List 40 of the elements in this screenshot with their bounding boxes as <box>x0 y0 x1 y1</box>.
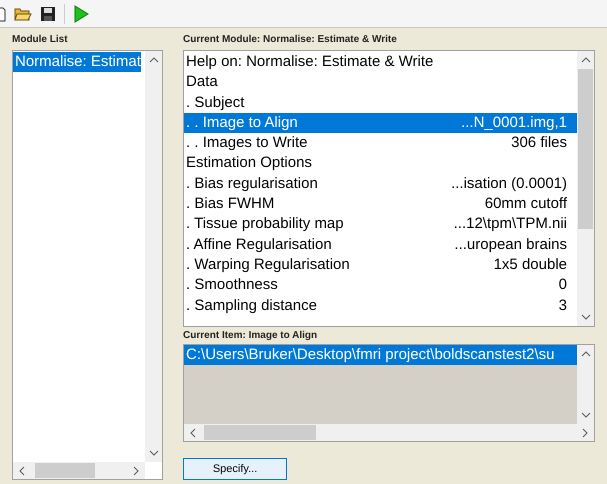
specify-button[interactable]: Specify... <box>183 458 288 480</box>
vertical-scrollbar[interactable] <box>145 51 162 462</box>
option-row[interactable]: . . Image to Align ...N_0001.img,1 <box>184 112 577 134</box>
option-row[interactable]: . . Images to Write 306 files <box>184 133 577 154</box>
option-row[interactable]: Estimation Options <box>184 153 577 174</box>
new-file-icon[interactable] <box>0 6 6 22</box>
option-row[interactable]: . Sampling distance 3 <box>184 296 577 316</box>
vertical-scrollbar[interactable] <box>577 51 594 326</box>
scroll-left-icon[interactable] <box>19 466 25 476</box>
scroll-right-icon[interactable] <box>133 466 140 476</box>
scroll-up-icon[interactable] <box>148 57 159 63</box>
scroll-left-icon[interactable] <box>190 428 196 438</box>
horizontal-scrollbar[interactable] <box>184 424 594 441</box>
vertical-scrollbar[interactable] <box>577 345 594 424</box>
scroll-right-icon[interactable] <box>582 428 588 438</box>
scroll-thumb[interactable] <box>35 463 95 478</box>
option-row[interactable]: Data <box>184 72 577 93</box>
play-icon[interactable] <box>73 4 89 22</box>
horizontal-scrollbar[interactable] <box>13 462 146 479</box>
panel-label: Current Module: Normalise: Estimate & Write <box>183 33 398 47</box>
option-row[interactable]: Help on: Normalise: Estimate & Write <box>184 52 577 72</box>
option-row[interactable]: . Bias regularisation ...isation (0.0001) <box>184 174 577 194</box>
scroll-thumb[interactable] <box>204 425 316 440</box>
option-row[interactable]: . Subject <box>184 92 577 113</box>
option-row[interactable]: . Warping Regularisation 1x5 double <box>184 254 577 276</box>
panel-label: Module List <box>12 33 69 47</box>
option-row[interactable]: . Tissue probability map ...12\tpm\TPM.nii <box>184 214 577 235</box>
scroll-thumb[interactable] <box>578 69 593 229</box>
folder-icon[interactable] <box>14 6 32 22</box>
module-item[interactable]: Normalise: Estimat <box>13 52 141 72</box>
option-row[interactable]: . Smoothness 0 <box>184 275 577 296</box>
scroll-up-icon[interactable] <box>580 57 590 63</box>
scroll-down-icon[interactable] <box>580 412 590 418</box>
option-row[interactable]: . Bias FWHM 60mm cutoff <box>184 194 577 214</box>
panel-label: Current Item: Image to Align <box>183 329 318 343</box>
scroll-down-icon[interactable] <box>148 450 159 456</box>
option-row[interactable]: . Affine Regularisation ...uropean brains <box>184 234 577 255</box>
scroll-up-icon[interactable] <box>580 351 590 357</box>
scroll-down-icon[interactable] <box>580 314 590 320</box>
item-value[interactable]: C:\Users\Bruker\Desktop\fmri project\boldscanstest2\su <box>184 345 577 365</box>
